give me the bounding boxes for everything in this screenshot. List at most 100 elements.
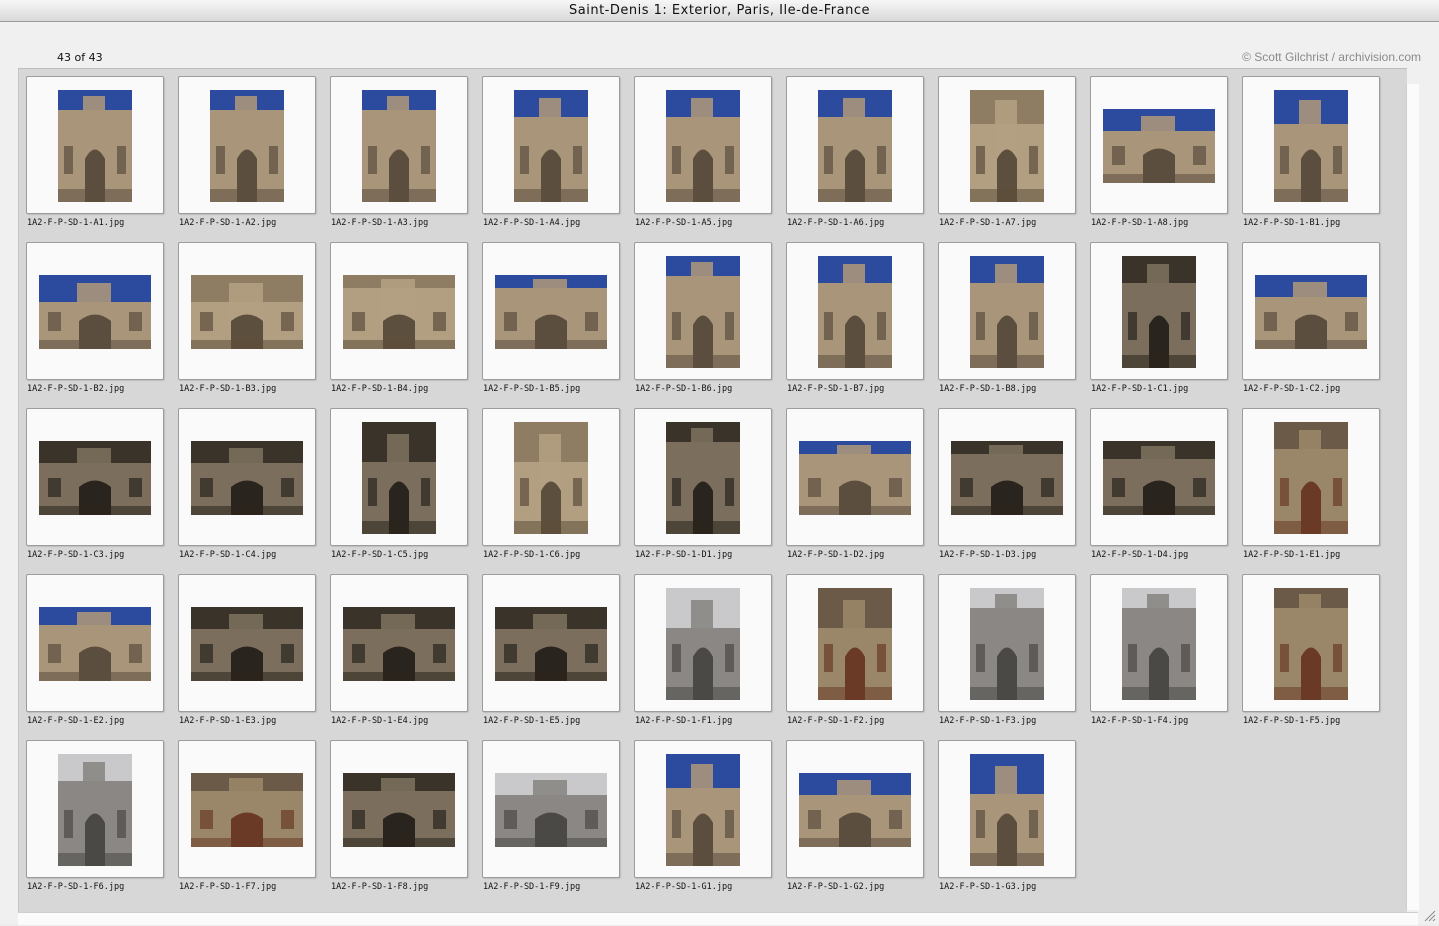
slide-frame[interactable]: [1090, 76, 1228, 214]
slide-frame[interactable]: [482, 408, 620, 546]
thumbnail-cell[interactable]: 1A2-F-P-SD-1-E3.jpg: [171, 574, 323, 740]
slide-frame[interactable]: [786, 76, 924, 214]
thumbnail-cell[interactable]: 1A2-F-P-SD-1-F7.jpg: [171, 740, 323, 906]
thumbnail-image[interactable]: [970, 256, 1044, 368]
thumbnail-cell[interactable]: 1A2-F-P-SD-1-A5.jpg: [627, 76, 779, 242]
slide-frame[interactable]: [938, 408, 1076, 546]
thumbnail-cell[interactable]: 1A2-F-P-SD-1-F4.jpg: [1083, 574, 1235, 740]
slide-frame[interactable]: [178, 408, 316, 546]
slide-frame[interactable]: [1242, 242, 1380, 380]
thumbnail-cell[interactable]: 1A2-F-P-SD-1-B2.jpg: [19, 242, 171, 408]
slide-frame[interactable]: [1090, 408, 1228, 546]
slide-frame[interactable]: [938, 740, 1076, 878]
thumbnail-image[interactable]: [666, 588, 740, 700]
thumbnail-image[interactable]: [495, 607, 607, 681]
slide-frame[interactable]: [1090, 574, 1228, 712]
thumbnail-image[interactable]: [495, 773, 607, 847]
slide-frame[interactable]: [938, 574, 1076, 712]
thumbnail-cell[interactable]: 1A2-F-P-SD-1-E1.jpg: [1235, 408, 1387, 574]
thumbnail-cell[interactable]: 1A2-F-P-SD-1-E4.jpg: [323, 574, 475, 740]
thumbnail-image[interactable]: [1103, 441, 1215, 515]
thumbnail-cell[interactable]: 1A2-F-P-SD-1-F5.jpg: [1235, 574, 1387, 740]
resize-grip-icon[interactable]: [1422, 907, 1436, 922]
slide-frame[interactable]: [330, 740, 468, 878]
slide-frame[interactable]: [178, 76, 316, 214]
thumbnail-cell[interactable]: 1A2-F-P-SD-1-D4.jpg: [1083, 408, 1235, 574]
thumbnail-cell[interactable]: 1A2-F-P-SD-1-G3.jpg: [931, 740, 1083, 906]
thumbnail-cell[interactable]: 1A2-F-P-SD-1-F2.jpg: [779, 574, 931, 740]
slide-frame[interactable]: [330, 242, 468, 380]
thumbnail-cell[interactable]: 1A2-F-P-SD-1-C6.jpg: [475, 408, 627, 574]
thumbnail-image[interactable]: [970, 90, 1044, 202]
thumbnail-cell[interactable]: 1A2-F-P-SD-1-B4.jpg: [323, 242, 475, 408]
thumbnail-image[interactable]: [191, 607, 303, 681]
thumbnail-image[interactable]: [39, 607, 151, 681]
thumbnail-image[interactable]: [666, 256, 740, 368]
thumbnail-image[interactable]: [514, 422, 588, 534]
slide-frame[interactable]: [330, 574, 468, 712]
slide-frame[interactable]: [26, 408, 164, 546]
thumbnail-cell[interactable]: 1A2-F-P-SD-1-D3.jpg: [931, 408, 1083, 574]
thumbnail-image[interactable]: [970, 754, 1044, 866]
thumbnail-cell[interactable]: 1A2-F-P-SD-1-B5.jpg: [475, 242, 627, 408]
thumbnail-cell[interactable]: 1A2-F-P-SD-1-F3.jpg: [931, 574, 1083, 740]
thumbnail-image[interactable]: [210, 90, 284, 202]
thumbnail-image[interactable]: [514, 90, 588, 202]
thumbnail-cell[interactable]: 1A2-F-P-SD-1-F1.jpg: [627, 574, 779, 740]
thumbnail-cell[interactable]: 1A2-F-P-SD-1-D2.jpg: [779, 408, 931, 574]
thumbnail-cell[interactable]: 1A2-F-P-SD-1-C5.jpg: [323, 408, 475, 574]
thumbnail-cell[interactable]: 1A2-F-P-SD-1-A4.jpg: [475, 76, 627, 242]
thumbnail-image[interactable]: [1274, 422, 1348, 534]
thumbnail-image[interactable]: [362, 422, 436, 534]
slide-frame[interactable]: [482, 740, 620, 878]
thumbnail-image[interactable]: [191, 441, 303, 515]
thumbnail-cell[interactable]: 1A2-F-P-SD-1-B6.jpg: [627, 242, 779, 408]
slide-frame[interactable]: [26, 242, 164, 380]
slide-frame[interactable]: [330, 76, 468, 214]
thumbnail-image[interactable]: [362, 90, 436, 202]
thumbnail-image[interactable]: [1103, 109, 1215, 183]
slide-frame[interactable]: [178, 574, 316, 712]
thumbnail-cell[interactable]: 1A2-F-P-SD-1-A1.jpg: [19, 76, 171, 242]
thumbnail-image[interactable]: [1255, 275, 1367, 349]
thumbnail-cell[interactable]: 1A2-F-P-SD-1-C1.jpg: [1083, 242, 1235, 408]
thumbnail-image[interactable]: [951, 441, 1063, 515]
thumbnail-image[interactable]: [58, 754, 132, 866]
thumbnail-cell[interactable]: 1A2-F-P-SD-1-A2.jpg: [171, 76, 323, 242]
thumbnail-image[interactable]: [666, 422, 740, 534]
thumbnail-image[interactable]: [799, 773, 911, 847]
thumbnail-image[interactable]: [1274, 588, 1348, 700]
slide-frame[interactable]: [482, 76, 620, 214]
slide-frame[interactable]: [786, 242, 924, 380]
thumbnail-cell[interactable]: 1A2-F-P-SD-1-G1.jpg: [627, 740, 779, 906]
thumbnail-image[interactable]: [818, 256, 892, 368]
slide-frame[interactable]: [938, 76, 1076, 214]
thumbnail-cell[interactable]: 1A2-F-P-SD-1-G2.jpg: [779, 740, 931, 906]
thumbnail-cell[interactable]: 1A2-F-P-SD-1-A3.jpg: [323, 76, 475, 242]
thumbnail-cell[interactable]: 1A2-F-P-SD-1-B7.jpg: [779, 242, 931, 408]
slide-frame[interactable]: [26, 740, 164, 878]
thumbnail-image[interactable]: [818, 90, 892, 202]
thumbnail-cell[interactable]: 1A2-F-P-SD-1-C2.jpg: [1235, 242, 1387, 408]
thumbnail-image[interactable]: [818, 588, 892, 700]
thumbnail-cell[interactable]: 1A2-F-P-SD-1-A6.jpg: [779, 76, 931, 242]
thumbnail-cell[interactable]: 1A2-F-P-SD-1-F6.jpg: [19, 740, 171, 906]
slide-frame[interactable]: [330, 408, 468, 546]
thumbnail-image[interactable]: [343, 773, 455, 847]
thumbnail-image[interactable]: [1274, 90, 1348, 202]
thumbnail-cell[interactable]: 1A2-F-P-SD-1-B8.jpg: [931, 242, 1083, 408]
thumbnail-image[interactable]: [1122, 588, 1196, 700]
slide-frame[interactable]: [634, 242, 772, 380]
thumbnail-image[interactable]: [58, 90, 132, 202]
slide-frame[interactable]: [1242, 408, 1380, 546]
thumbnail-image[interactable]: [39, 275, 151, 349]
slide-frame[interactable]: [178, 242, 316, 380]
slide-frame[interactable]: [634, 740, 772, 878]
horizontal-scrollbar[interactable]: [18, 912, 1418, 925]
slide-frame[interactable]: [634, 408, 772, 546]
thumbnail-image[interactable]: [799, 441, 911, 515]
thumbnail-cell[interactable]: 1A2-F-P-SD-1-F8.jpg: [323, 740, 475, 906]
thumbnail-image[interactable]: [495, 275, 607, 349]
slide-frame[interactable]: [634, 574, 772, 712]
slide-frame[interactable]: [26, 76, 164, 214]
